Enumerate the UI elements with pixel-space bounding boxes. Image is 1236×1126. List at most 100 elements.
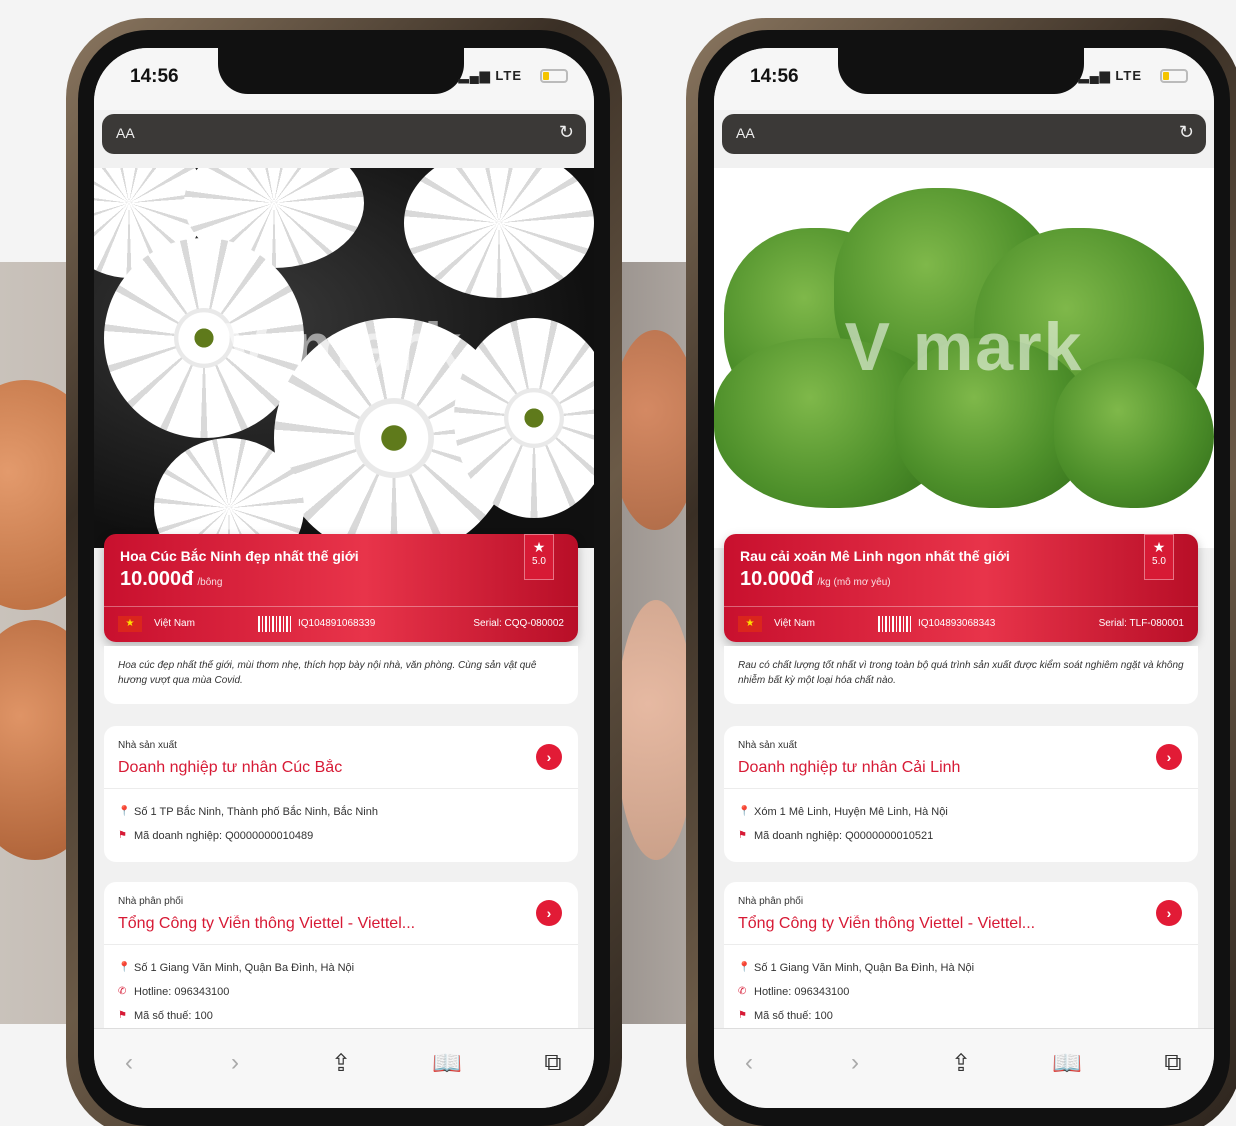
reload-icon[interactable]: ↻ xyxy=(559,122,574,143)
product-meta: ★ Việt Nam IQ104891068339 Serial: CQQ-08… xyxy=(118,614,564,634)
signal-indicator: ▂▄▆ LTE xyxy=(458,68,522,83)
product-price: 10.000đ/bông xyxy=(120,568,222,591)
divider xyxy=(104,944,578,945)
reload-icon[interactable]: ↻ xyxy=(1179,122,1194,143)
distributor-card[interactable]: Nhà phân phối Tổng Công ty Viễn thông Vi… xyxy=(104,882,578,1042)
status-time: 14:56 xyxy=(750,66,799,87)
phone-screen: 14:56 ▂▄▆ LTE AA ↻ V mark Rau cải xoăn M… xyxy=(714,48,1214,1108)
producer-address: 📍 Xóm 1 Mê Linh, Huyện Mê Linh, Hà Nội xyxy=(738,800,1178,824)
flower-center xyxy=(504,388,564,448)
distributor-details: 📍 Số 1 Giang Văn Minh, Quận Ba Đình, Hà N… xyxy=(738,956,1178,1028)
notch xyxy=(838,48,1084,94)
producer-details: 📍 Số 1 TP Bắc Ninh, Thành phố Bắc Ninh, B… xyxy=(118,800,558,848)
distributor-label: Nhà phân phối xyxy=(738,896,804,907)
signal-indicator: ▂▄▆ LTE xyxy=(1078,68,1142,83)
hotline-text[interactable]: Hotline: 096343100 xyxy=(134,986,229,998)
phone-icon: ✆ xyxy=(118,986,127,997)
star-icon: ★ xyxy=(532,539,546,555)
producer-name[interactable]: Doanh nghiệp tư nhân Cúc Bắc xyxy=(118,759,518,777)
rating-badge: ★ 5.0 xyxy=(1144,534,1174,580)
distributor-label: Nhà phân phối xyxy=(118,896,184,907)
product-code: IQ104893068343 xyxy=(918,618,996,629)
chevron-right-icon[interactable]: › xyxy=(536,744,562,770)
rating-value: 5.0 xyxy=(532,556,546,567)
book-icon[interactable]: 📖 xyxy=(1052,1049,1082,1078)
network-label: LTE xyxy=(495,68,522,83)
price-unit: /kg (mô mơ yêu) xyxy=(817,577,891,588)
producer-details: 📍 Xóm 1 Mê Linh, Huyện Mê Linh, Hà Nội ⚑ M… xyxy=(738,800,1178,848)
product-image: V mark xyxy=(714,168,1214,548)
origin-country: Việt Nam xyxy=(154,618,195,629)
product-meta: ★ Việt Nam IQ104893068343 Serial: TLF-08… xyxy=(738,614,1184,634)
serial-number: Serial: CQQ-080002 xyxy=(473,618,564,629)
product-description: Rau có chất lượng tốt nhất vì trong toàn… xyxy=(724,646,1198,704)
chevron-right-icon[interactable]: › xyxy=(536,900,562,926)
status-bar: 14:56 ▂▄▆ LTE xyxy=(94,48,594,110)
flag-icon: ⚑ xyxy=(118,1010,127,1021)
background-egg xyxy=(616,600,696,860)
phone-left: 14:56 ▂▄▆ LTE AA ↻ V mark Hoa Cúc Bắc Ni… xyxy=(66,18,622,1126)
phone-screen: 14:56 ▂▄▆ LTE AA ↻ V mark Hoa Cúc Bắc Ni… xyxy=(94,48,594,1108)
product-image: V mark xyxy=(94,168,594,548)
tabs-icon[interactable]: ⧉ xyxy=(538,1049,568,1077)
tax-id-text: Mã số thuế: 100 xyxy=(754,1010,833,1022)
tax-id-text: Mã số thuế: 100 xyxy=(134,1010,213,1022)
phone-bezel: 14:56 ▂▄▆ LTE AA ↻ V mark Hoa Cúc Bắc Ni… xyxy=(78,30,610,1126)
battery-icon xyxy=(1160,69,1188,83)
share-icon[interactable]: ⇪ xyxy=(946,1049,976,1078)
phone-icon: ✆ xyxy=(738,986,747,997)
price-unit: /bông xyxy=(197,577,223,588)
flag-icon: ⚑ xyxy=(118,830,127,841)
divider xyxy=(104,606,578,607)
origin-country: Việt Nam xyxy=(774,618,815,629)
pin-icon: 📍 xyxy=(738,962,751,973)
vietnam-flag-icon: ★ xyxy=(118,616,142,632)
browser-toolbar: ‹ › ⇪ 📖 ⧉ xyxy=(94,1028,594,1108)
distributor-address-text: Số 1 Giang Văn Minh, Quận Ba Đình, Hà Nộ… xyxy=(134,962,355,974)
text-size-button[interactable]: AA xyxy=(736,125,755,141)
pin-icon: 📍 xyxy=(118,962,131,973)
divider xyxy=(724,606,1198,607)
distributor-name[interactable]: Tổng Công ty Viễn thông Viettel - Viette… xyxy=(118,915,518,933)
text-size-button[interactable]: AA xyxy=(116,125,135,141)
distributor-card[interactable]: Nhà phân phối Tổng Công ty Viễn thông Vi… xyxy=(724,882,1198,1042)
divider xyxy=(724,944,1198,945)
chevron-right-icon[interactable]: › xyxy=(840,1049,870,1077)
vietnam-flag-icon: ★ xyxy=(738,616,762,632)
price-value: 10.000đ xyxy=(120,568,194,590)
divider xyxy=(104,788,578,789)
producer-card[interactable]: Nhà sản xuất Doanh nghiệp tư nhân Cúc Bắ… xyxy=(104,726,578,862)
distributor-address: 📍 Số 1 Giang Văn Minh, Quận Ba Đình, Hà N… xyxy=(738,956,1178,980)
business-id-text: Mã doanh nghiệp: Q0000000010489 xyxy=(134,830,314,842)
chevron-right-icon[interactable]: › xyxy=(220,1049,250,1077)
hotline-text[interactable]: Hotline: 096343100 xyxy=(754,986,849,998)
chevron-right-icon[interactable]: › xyxy=(1156,900,1182,926)
share-icon[interactable]: ⇪ xyxy=(326,1049,356,1078)
product-summary-card: Hoa Cúc Bắc Ninh đẹp nhất thế giới 10.00… xyxy=(104,534,578,642)
distributor-name[interactable]: Tổng Công ty Viễn thông Viettel - Viette… xyxy=(738,915,1138,933)
producer-name[interactable]: Doanh nghiệp tư nhân Cải Linh xyxy=(738,759,1138,777)
rating-value: 5.0 xyxy=(1152,556,1166,567)
flower-petals xyxy=(404,168,594,298)
phone-right: 14:56 ▂▄▆ LTE AA ↻ V mark Rau cải xoăn M… xyxy=(686,18,1236,1126)
battery-icon xyxy=(540,69,568,83)
serial-number: Serial: TLF-080001 xyxy=(1098,618,1184,629)
producer-business-id: ⚑ Mã doanh nghiệp: Q0000000010489 xyxy=(118,824,558,848)
chevron-left-icon[interactable]: ‹ xyxy=(734,1049,764,1077)
producer-card[interactable]: Nhà sản xuất Doanh nghiệp tư nhân Cải Li… xyxy=(724,726,1198,862)
business-id-text: Mã doanh nghiệp: Q0000000010521 xyxy=(754,830,934,842)
chevron-right-icon[interactable]: › xyxy=(1156,744,1182,770)
address-bar[interactable]: AA ↻ xyxy=(102,114,586,154)
product-price: 10.000đ/kg (mô mơ yêu) xyxy=(740,568,891,591)
vmark-watermark: V mark xyxy=(224,309,464,385)
divider xyxy=(724,788,1198,789)
book-icon[interactable]: 📖 xyxy=(432,1049,462,1078)
chevron-left-icon[interactable]: ‹ xyxy=(114,1049,144,1077)
tabs-icon[interactable]: ⧉ xyxy=(1158,1049,1188,1077)
distributor-hotline[interactable]: ✆ Hotline: 096343100 xyxy=(738,980,1178,1004)
distributor-hotline[interactable]: ✆ Hotline: 096343100 xyxy=(118,980,558,1004)
address-bar[interactable]: AA ↻ xyxy=(722,114,1206,154)
producer-address: 📍 Số 1 TP Bắc Ninh, Thành phố Bắc Ninh, B… xyxy=(118,800,558,824)
product-summary-card: Rau cải xoăn Mê Linh ngon nhất thế giới … xyxy=(724,534,1198,642)
barcode-icon xyxy=(258,616,292,632)
